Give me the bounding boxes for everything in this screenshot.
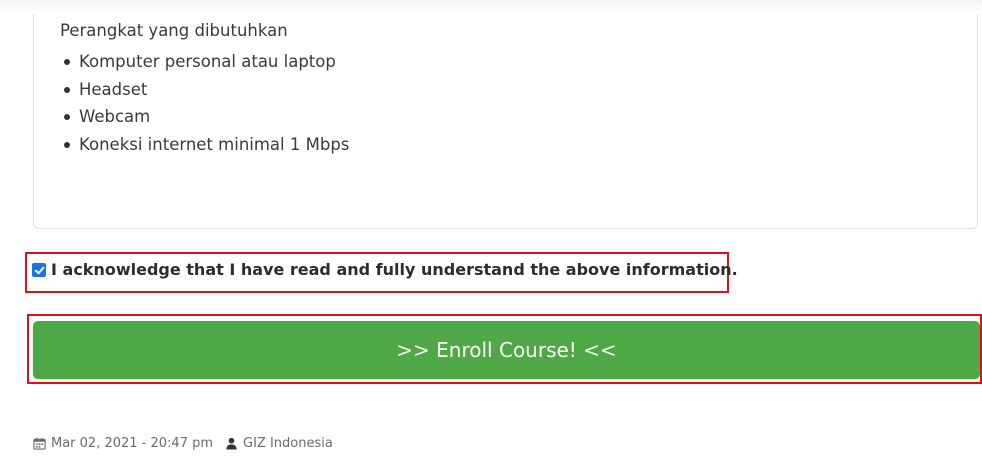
bullet-icon bbox=[64, 86, 70, 93]
acknowledge-label[interactable]: I acknowledge that I have read and fully… bbox=[51, 260, 738, 279]
list-item-label: Webcam bbox=[79, 107, 151, 126]
post-author[interactable]: GIZ Indonesia bbox=[243, 436, 333, 451]
acknowledge-checkbox[interactable] bbox=[32, 263, 46, 277]
list-item-label: Komputer personal atau laptop bbox=[79, 52, 336, 71]
requirements-list: Komputer personal atau laptop Headset We… bbox=[60, 51, 349, 161]
list-item-label: Koneksi internet minimal 1 Mbps bbox=[79, 134, 350, 154]
user-icon bbox=[226, 437, 237, 450]
requirements-title: Perangkat yang dibutuhkan bbox=[60, 21, 288, 40]
list-item: Komputer personal atau laptop bbox=[60, 51, 349, 79]
requirements-panel: Perangkat yang dibutuhkan Komputer perso… bbox=[33, 14, 978, 229]
post-date: Mar 02, 2021 - 20:47 pm bbox=[51, 436, 214, 451]
list-item: Headset bbox=[60, 79, 349, 107]
page-top-shadow bbox=[0, 0, 982, 14]
list-item: Webcam bbox=[60, 106, 349, 134]
calendar-icon bbox=[33, 437, 46, 450]
bullet-icon bbox=[64, 141, 70, 148]
checkmark-icon bbox=[34, 266, 44, 274]
list-item: Koneksi internet minimal 1 Mbps bbox=[60, 134, 349, 162]
list-item-label: Headset bbox=[79, 79, 148, 99]
enroll-course-button[interactable]: >> Enroll Course! << bbox=[33, 321, 980, 379]
bullet-icon bbox=[64, 114, 70, 120]
bullet-icon bbox=[64, 59, 70, 65]
post-meta: Mar 02, 2021 - 20:47 pm GIZ Indonesia bbox=[33, 436, 333, 451]
